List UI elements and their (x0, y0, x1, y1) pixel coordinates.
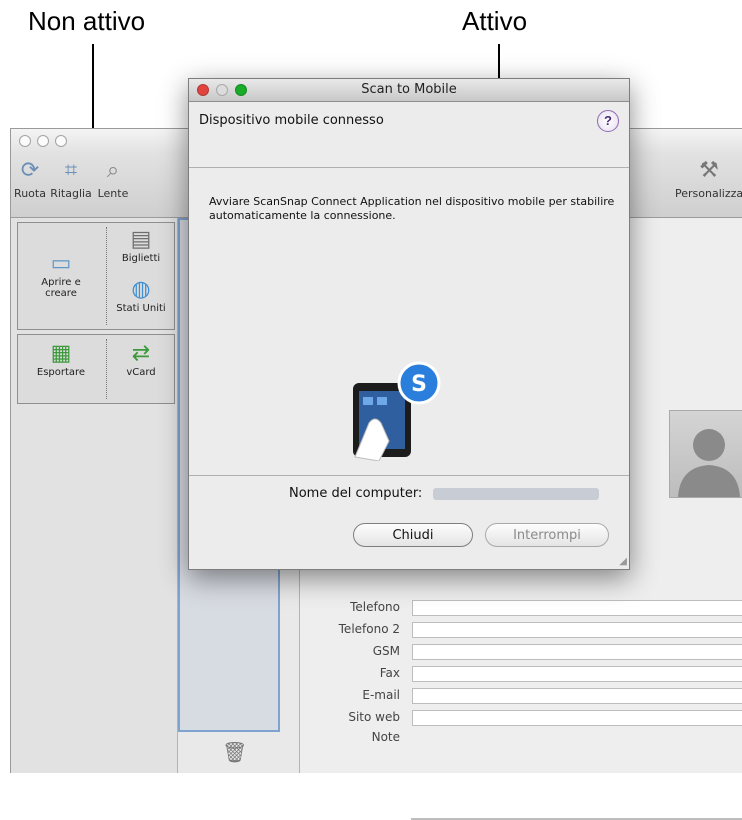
field-label: Telefono (350, 600, 400, 614)
export-icon: ▦ (50, 341, 72, 366)
dialog-title: Scan to Mobile (361, 82, 457, 97)
rotate-button[interactable]: ⟳ Ruota (13, 155, 47, 201)
rotate-icon: ⟳ (20, 158, 40, 183)
field-input[interactable] (412, 666, 742, 682)
field-input[interactable] (412, 644, 742, 660)
field-input[interactable] (412, 600, 742, 616)
field-row: Fax (320, 665, 742, 682)
divider (106, 227, 107, 325)
scan-to-mobile-dialog[interactable]: Scan to Mobile Dispositivo mobile connes… (188, 78, 630, 570)
minimize-window-button[interactable] (37, 135, 49, 147)
close-button[interactable]: Chiudi (353, 523, 473, 547)
field-row: Note (320, 729, 742, 745)
help-button[interactable]: ? (597, 110, 619, 132)
field-input[interactable] (412, 688, 742, 704)
open-create-button[interactable]: ▭ Aprire e creare (20, 251, 102, 299)
open-create-group: ▭ Aprire e creare ▤ Biglietti ◍ Stati Un… (17, 222, 175, 330)
field-row: Telefono 2 (320, 621, 742, 638)
trash-icon[interactable]: 🗑 (222, 740, 247, 765)
customize-button[interactable]: ⚒ Personalizza (675, 155, 742, 201)
cards-button[interactable]: ▤ Biglietti (110, 227, 172, 264)
field-input[interactable] (412, 622, 742, 638)
lens-button[interactable]: ⌕ Lente (93, 155, 133, 201)
field-input[interactable] (412, 710, 742, 726)
divider (106, 339, 107, 399)
contact-photo (669, 410, 742, 498)
vcard-button[interactable]: ⇄ vCard (110, 341, 172, 378)
vcard-icon: ⇄ (131, 341, 151, 366)
divider (189, 167, 629, 168)
field-row: Telefono (320, 599, 742, 616)
callout-inactive-line (92, 44, 94, 140)
field-row: E-mail (320, 687, 742, 704)
cards-icon: ▤ (130, 227, 152, 252)
computer-name-value-redacted (433, 488, 599, 500)
divider (189, 475, 629, 476)
callout-active: Attivo (462, 6, 528, 36)
stop-button[interactable]: Interrompi (485, 523, 609, 547)
magnifier-icon: ⌕ (106, 158, 120, 183)
dialog-titlebar[interactable]: Scan to Mobile (189, 79, 629, 102)
callout-inactive: Non attivo (28, 6, 146, 36)
person-silhouette-icon (678, 429, 740, 497)
globe-icon: ◍ (131, 277, 151, 302)
action-sidebar: ▭ Aprire e creare ▤ Biglietti ◍ Stati Un… (11, 218, 178, 773)
field-row: GSM (320, 643, 742, 660)
export-group: ▦ Esportare ⇄ vCard (17, 334, 175, 404)
close-window-button[interactable] (19, 135, 31, 147)
dialog-header: Dispositivo mobile connesso (199, 113, 384, 128)
resize-grip-icon[interactable]: ◢ (619, 556, 627, 567)
crop-icon: ⌗ (64, 158, 78, 183)
region-button[interactable]: ◍ Stati Uniti (110, 277, 172, 314)
field-label: Fax (379, 666, 400, 680)
instruction-text: Avviare ScanSnap Connect Application nel… (209, 195, 615, 222)
zoom-window-button[interactable] (55, 135, 67, 147)
field-label: Telefono 2 (338, 622, 400, 636)
computer-name-label: Nome del computer: (289, 486, 423, 501)
field-label: Note (371, 730, 400, 744)
mobile-connect-icon: S (353, 361, 441, 461)
field-label: GSM (372, 644, 400, 658)
folder-icon: ▭ (50, 251, 72, 276)
tools-icon: ⚒ (699, 158, 719, 183)
field-label: Sito web (348, 710, 400, 724)
export-button[interactable]: ▦ Esportare (20, 341, 102, 378)
svg-text:S: S (411, 372, 427, 397)
field-row: Sito web (320, 709, 742, 726)
field-label: E-mail (362, 688, 400, 702)
crop-button[interactable]: ⌗ Ritaglia (49, 155, 93, 201)
